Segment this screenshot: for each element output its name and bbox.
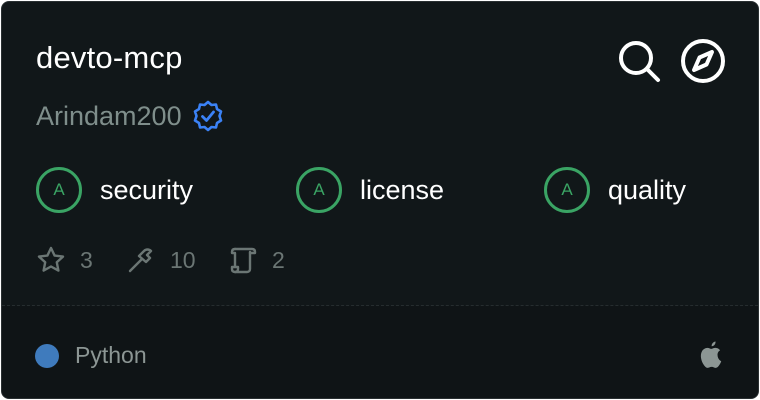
author-row: Arindam200 <box>36 100 224 132</box>
stars-stat: 3 <box>36 245 93 275</box>
star-icon <box>36 245 66 275</box>
grade-badge: A <box>296 167 342 213</box>
grade-badge: A <box>544 167 590 213</box>
security-score[interactable]: A security <box>36 167 193 213</box>
card-footer: Python <box>2 306 758 398</box>
verified-badge-icon <box>192 100 224 132</box>
tools-stat: 10 <box>126 245 196 275</box>
server-name[interactable]: devto-mcp <box>36 40 183 76</box>
license-score[interactable]: A license <box>296 167 444 213</box>
resources-stat: 2 <box>228 245 285 275</box>
scroll-icon <box>228 245 258 275</box>
language-tag: Python <box>35 342 147 369</box>
score-label: quality <box>608 174 687 205</box>
language-dot <box>35 343 59 368</box>
grade-badge: A <box>36 167 82 213</box>
search-icon[interactable] <box>616 38 662 84</box>
quality-score[interactable]: A quality <box>544 167 686 213</box>
author-name[interactable]: Arindam200 <box>36 101 182 132</box>
apple-icon <box>698 340 724 368</box>
hammer-icon <box>126 245 156 275</box>
compass-icon[interactable] <box>680 38 726 84</box>
score-label: security <box>100 174 194 205</box>
score-label: license <box>360 174 445 205</box>
tools-count: 10 <box>170 246 196 273</box>
server-card[interactable]: devto-mcp Arindam200 A security A licens… <box>1 1 759 399</box>
stars-count: 3 <box>80 246 93 273</box>
resources-count: 2 <box>272 246 285 273</box>
language-name: Python <box>75 342 147 368</box>
